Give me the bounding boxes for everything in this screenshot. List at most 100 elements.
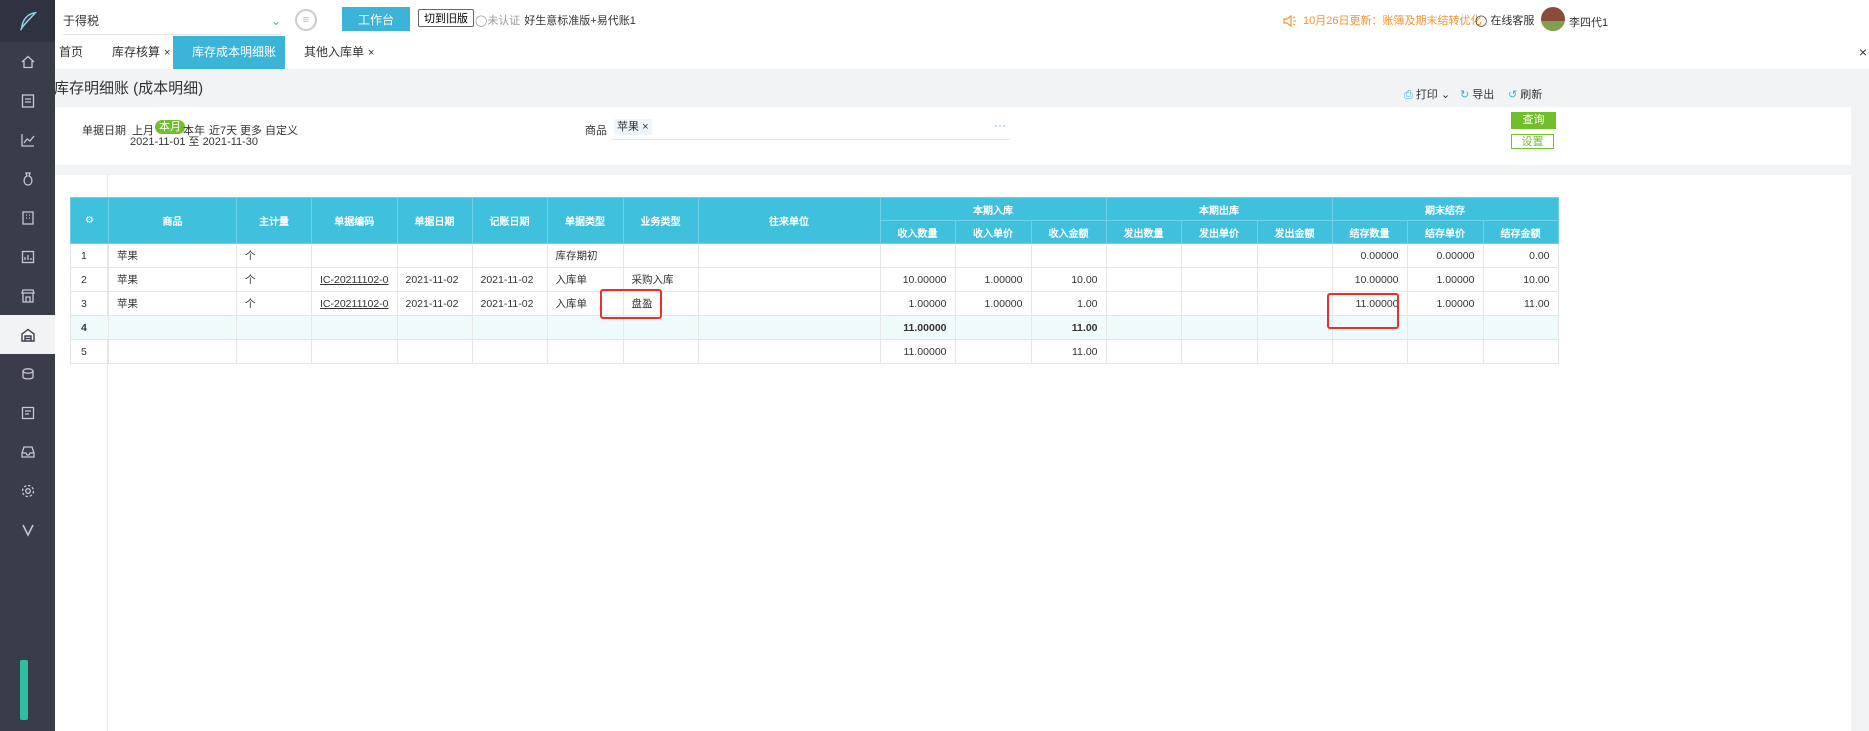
gear-icon [21,484,34,497]
column-header[interactable]: 商品 [108,197,237,244]
doc-date-cell: 2021-11-02 [396,267,473,292]
sidebar-item-warehouse[interactable] [0,315,55,354]
close-all-tabs-icon[interactable]: × [1859,36,1867,69]
column-header[interactable]: 结存单价 [1406,220,1484,244]
tab-label: 库存成本明细账 [192,45,277,59]
v-icon [21,524,34,537]
post-date-cell [471,339,548,364]
username[interactable]: 李四代1 [1569,14,1608,30]
in-amount-cell: 1.00 [1030,291,1107,316]
table-row[interactable]: 1 苹果个库存期初 0.00000 0.00000 0.00 [70,243,1559,268]
tab-label: 其他入库单 [304,45,365,59]
column-header[interactable]: 记账日期 [471,197,548,244]
tab-bar: 首页 库存核算 × 库存成本明细账× 其他入库单 × × [55,36,1869,92]
sidebar-item-chart[interactable] [0,120,55,159]
balance-price-cell: 0.00000 [1406,243,1484,268]
sidebar-item-building[interactable] [0,198,55,237]
doc-type-cell [546,315,624,340]
doc-code-link[interactable]: IC-20211102-0 [311,267,398,292]
query-button[interactable]: 查询 [1511,112,1556,129]
column-header[interactable]: 收入单价 [954,220,1032,244]
group-header: 本期入库 [879,197,1107,221]
sidebar-item-invoice[interactable] [0,393,55,432]
unit-cell: 个 [236,291,312,316]
table-row[interactable]: 2 苹果个 IC-20211102-0 2021-11-02 2021-11-02 入库单… [70,267,1559,292]
row-index: 1 [70,243,109,268]
close-icon[interactable]: × [164,47,170,59]
more-options-icon[interactable]: ··· [994,119,1006,131]
partner-cell [697,291,881,316]
sidebar-item-voucher[interactable] [0,81,55,120]
doc-date-cell [396,243,473,268]
cert-status-text: 未认证 [487,15,521,27]
switch-old-version-button[interactable]: 切到旧版 [418,9,474,27]
avatar[interactable] [1541,7,1565,31]
column-header[interactable]: 往来单位 [697,197,881,244]
printer-icon: ⎙ [1404,89,1413,101]
scroll-grip[interactable] [20,660,28,720]
column-header[interactable]: 发出数量 [1105,220,1182,244]
balance-amount-cell [1482,339,1559,364]
in-price-cell [954,315,1032,340]
workbench-button[interactable]: 工作台 [342,7,410,31]
goods-select-field[interactable]: 苹果 × ··· [612,119,1010,140]
ledger-circle-icon[interactable]: ≡ [295,9,317,31]
column-header[interactable]: 业务类型 [622,197,699,244]
export-button[interactable]: ↻ 导出 [1460,86,1494,102]
date-option-custom[interactable]: 自定义 [265,122,298,138]
date-option-this-month[interactable]: 本月 [155,120,185,134]
setting-button[interactable]: 设置 [1511,134,1554,149]
sidebar-item-money[interactable] [0,159,55,198]
sidebar-item-store[interactable] [0,276,55,315]
table-row[interactable]: 5 11.00000 11.00 [70,339,1559,364]
support-label: 在线客服 [1490,15,1535,27]
in-amount-cell: 10.00 [1030,267,1107,292]
goods-cell [108,339,237,364]
sidebar-item-settings[interactable] [0,471,55,510]
sidebar-item-home[interactable] [0,42,55,81]
goods-cell [108,315,237,340]
unit-cell: 个 [236,243,312,268]
unit-cell [236,315,312,340]
company-selector[interactable]: 于得税 ⌄ [63,8,281,35]
column-settings-header[interactable]: ⚙ [70,197,109,244]
column-header[interactable]: 收入金额 [1030,220,1107,244]
column-header[interactable]: 单据编码 [311,197,398,244]
sidebar-item-inbox[interactable] [0,432,55,471]
update-notice[interactable]: 10月26日更新：账簿及期末结转优化 [1283,12,1481,28]
close-icon[interactable]: × [642,121,648,133]
doc-code-link[interactable]: IC-20211102-0 [311,291,398,316]
out-amount-cell [1256,339,1333,364]
sidebar-item-version[interactable] [0,510,55,549]
column-header[interactable]: 收入数量 [879,220,956,244]
app-logo[interactable] [0,0,55,42]
tab-inventory-cost-detail[interactable]: 库存成本明细账× [173,36,285,92]
close-icon[interactable]: × [368,47,374,59]
column-header[interactable]: 单据类型 [546,197,624,244]
gear-icon[interactable]: ⚙ [85,215,94,226]
row-index: 4 [70,315,109,340]
column-header[interactable]: 结存金额 [1482,220,1559,244]
print-button[interactable]: ⎙ 打印 ⌄ [1404,86,1450,102]
out-qty-cell [1105,315,1182,340]
online-support-link[interactable]: ◯ 在线客服 [1475,12,1534,28]
sidebar-item-stack[interactable] [0,354,55,393]
tab-home[interactable]: 首页 [59,36,89,69]
group-header: 本期出库 [1105,197,1333,221]
column-header[interactable]: 单据日期 [396,197,473,244]
column-header[interactable]: 结存数量 [1331,220,1408,244]
refresh-label: 刷新 [1520,89,1543,101]
column-header[interactable]: 发出金额 [1256,220,1333,244]
biz-type-cell [622,243,699,268]
column-header[interactable]: 主计量 [236,197,312,244]
column-header[interactable]: 发出单价 [1180,220,1258,244]
tab-label: 首页 [59,45,84,59]
doc-code-link [311,339,398,364]
tab-other-inbound[interactable]: 其他入库单 × [304,36,394,69]
out-price-cell [1180,291,1258,316]
divider [1462,13,1463,27]
sidebar-item-report[interactable] [0,237,55,276]
goods-cell: 苹果 [108,243,237,268]
out-amount-cell [1256,315,1333,340]
refresh-button[interactable]: ↺ 刷新 [1508,86,1542,102]
